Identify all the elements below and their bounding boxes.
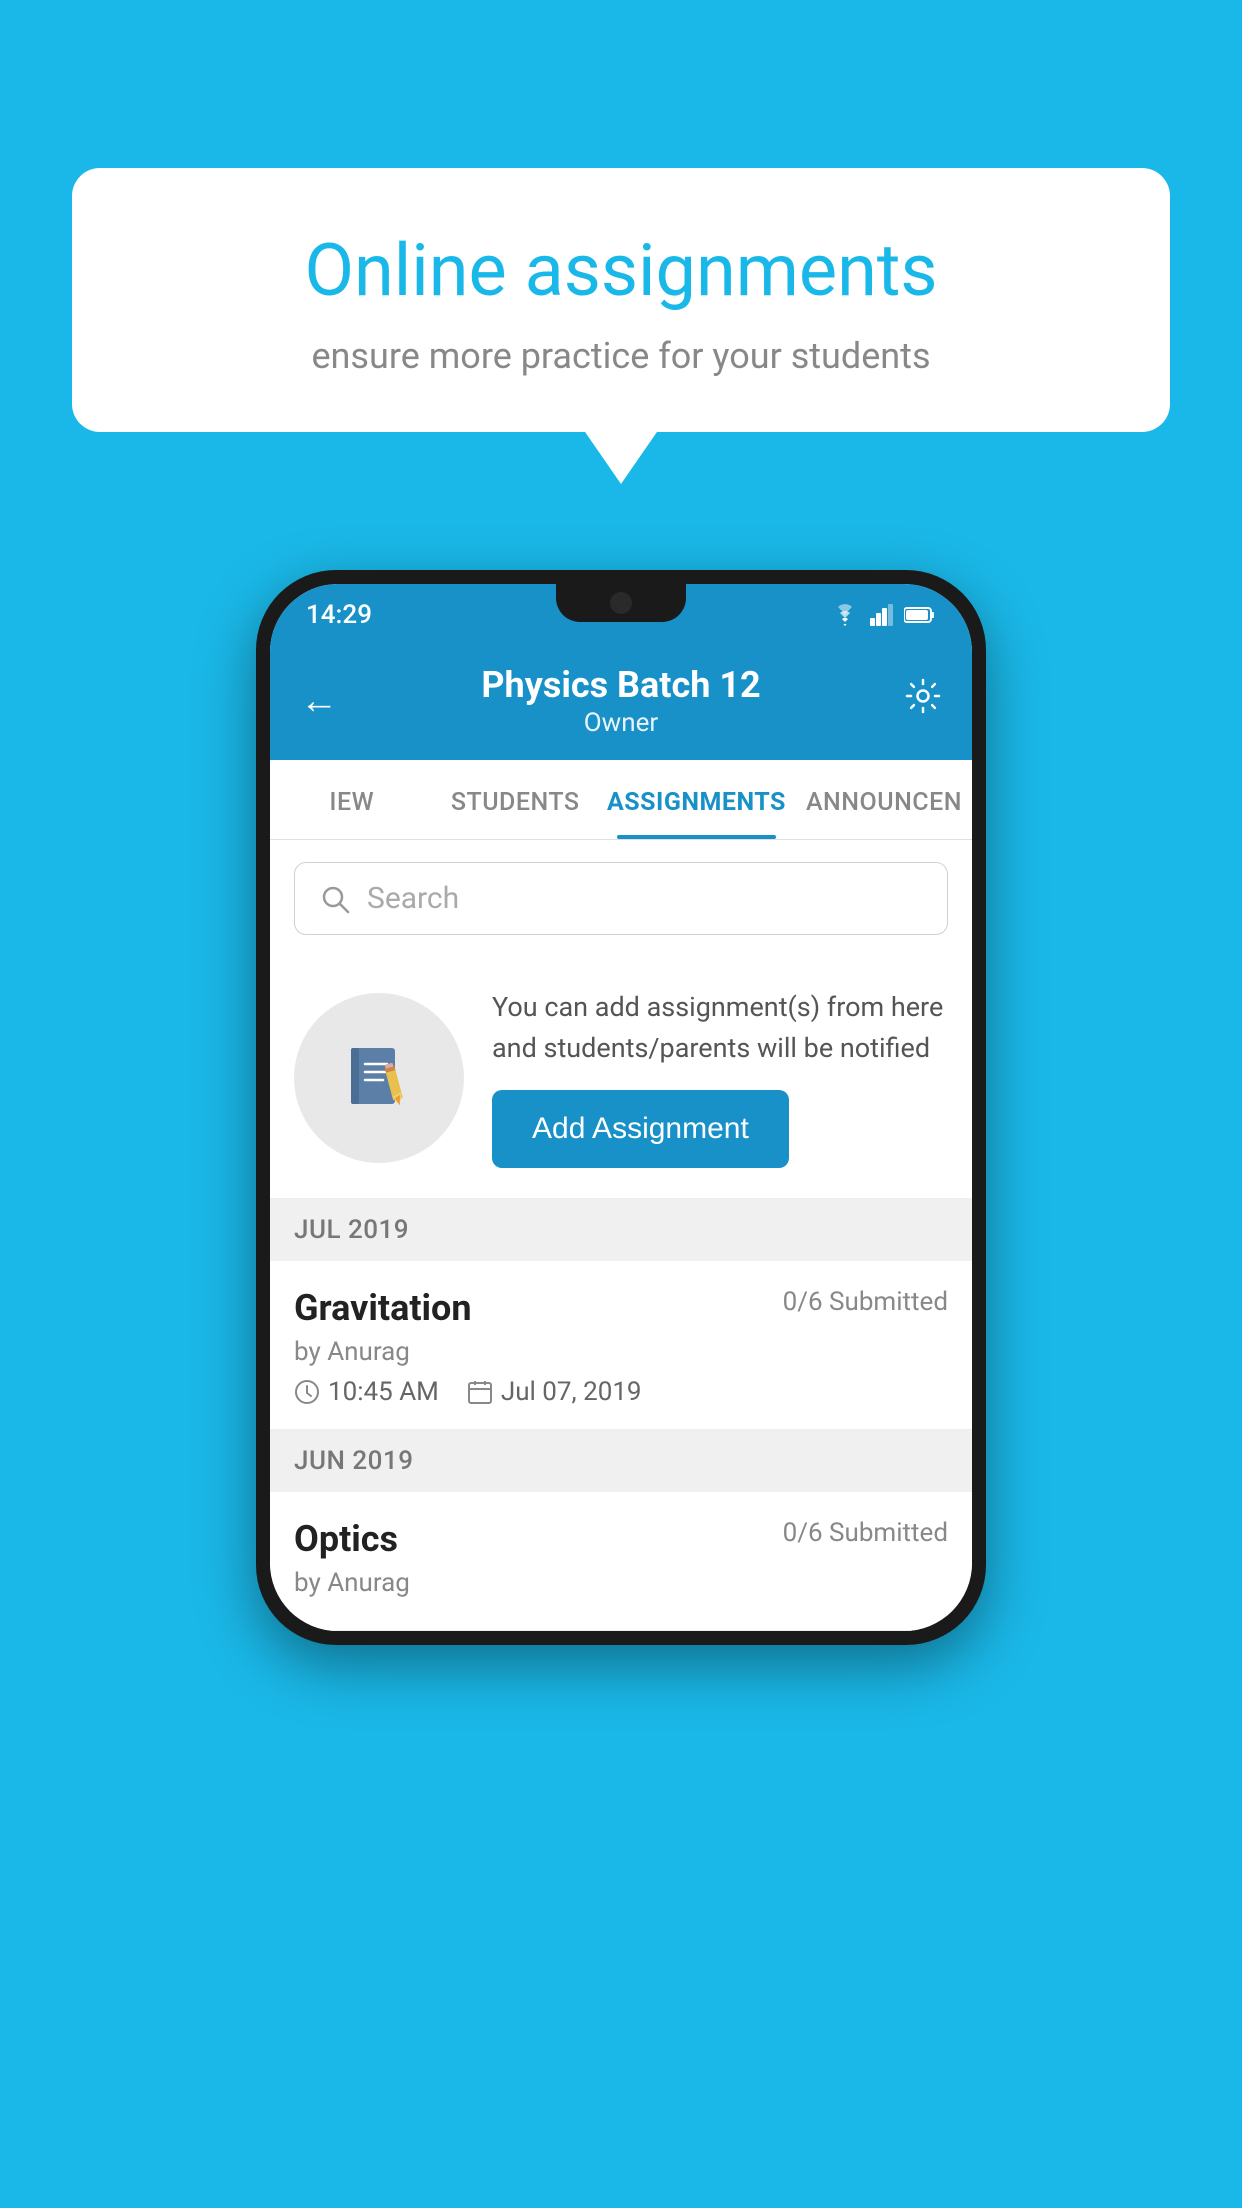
clock-icon [294,1379,320,1405]
assignment-time: 10:45 AM [294,1377,439,1407]
speech-bubble-title: Online assignments [142,228,1100,313]
notebook-pencil-icon [339,1038,419,1118]
section-header-jun: JUN 2019 [270,1430,972,1492]
tab-announcements[interactable]: ANNOUNCEN [796,760,972,839]
assignment-dates-gravitation: 10:45 AM Jul 07, 2019 [294,1377,948,1407]
assignment-submitted-optics: 0/6 Submitted [783,1518,948,1548]
promo-text: You can add assignment(s) from here and … [492,987,948,1068]
assignment-by-gravitation: by Anurag [294,1337,948,1367]
tabs-bar: IEW STUDENTS ASSIGNMENTS ANNOUNCEN [270,760,972,840]
calendar-icon [467,1379,493,1405]
add-assignment-button[interactable]: Add Assignment [492,1090,789,1168]
assignment-top-optics: Optics 0/6 Submitted [294,1518,948,1560]
promo-icon-circle [294,993,464,1163]
assignment-by-optics: by Anurag [294,1568,948,1598]
tab-assignments[interactable]: ASSIGNMENTS [597,760,796,839]
promo-section: You can add assignment(s) from here and … [270,957,972,1199]
phone-camera [610,592,632,614]
assignment-top: Gravitation 0/6 Submitted [294,1287,948,1329]
speech-bubble: Online assignments ensure more practice … [72,168,1170,432]
section-header-jul: JUL 2019 [270,1199,972,1261]
status-time: 14:29 [306,600,372,630]
app-header: ← Physics Batch 12 Owner [270,646,972,760]
tab-students[interactable]: STUDENTS [433,760,596,839]
back-button[interactable]: ← [300,679,338,723]
assignment-item-gravitation[interactable]: Gravitation 0/6 Submitted by Anurag 10:4… [270,1261,972,1430]
header-subtitle: Owner [481,708,760,738]
assignment-title-gravitation: Gravitation [294,1287,472,1329]
search-bar[interactable]: Search [294,862,948,935]
assignment-item-optics[interactable]: Optics 0/6 Submitted by Anurag [270,1492,972,1631]
signal-icon [870,604,894,626]
search-container: Search [270,840,972,957]
promo-content: You can add assignment(s) from here and … [492,987,948,1168]
phone-screen: 14:29 [270,584,972,1631]
header-title: Physics Batch 12 [481,664,760,706]
search-icon [319,883,351,915]
battery-icon [904,606,936,624]
status-icons [830,604,936,626]
settings-button[interactable] [904,677,942,725]
tab-iew[interactable]: IEW [270,760,433,839]
assignment-date: Jul 07, 2019 [467,1377,642,1407]
wifi-icon [830,604,860,626]
header-title-block: Physics Batch 12 Owner [481,664,760,738]
phone-notch [556,584,686,622]
assignment-title-optics: Optics [294,1518,398,1560]
search-placeholder: Search [367,881,459,916]
assignment-submitted-gravitation: 0/6 Submitted [783,1287,948,1317]
phone-mockup: 14:29 [256,570,986,1645]
speech-bubble-subtitle: ensure more practice for your students [142,335,1100,377]
